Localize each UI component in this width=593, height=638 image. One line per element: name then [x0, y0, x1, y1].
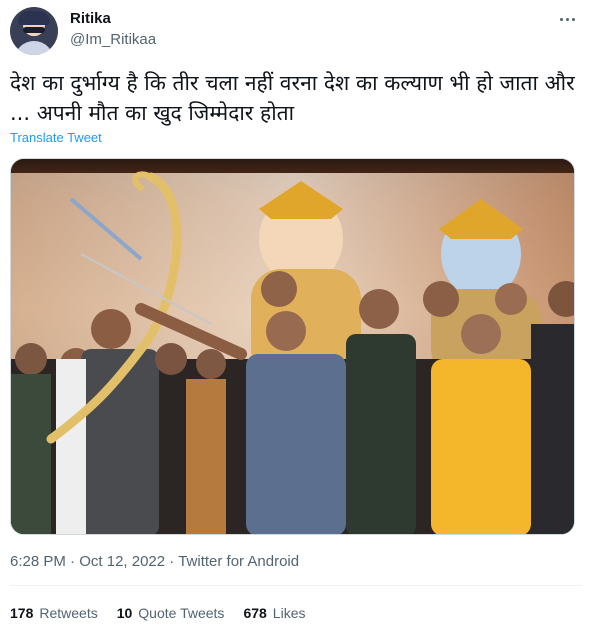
meta-separator: · — [169, 553, 175, 570]
likes-label: Likes — [272, 605, 306, 621]
author-handle[interactable]: @Im_Ritikaa — [70, 31, 156, 48]
retweets-stat[interactable]: 178 Retweets — [10, 605, 98, 621]
avatar[interactable] — [10, 7, 58, 55]
avatar-glasses — [23, 27, 45, 33]
likes-count: 678 — [243, 605, 267, 621]
retweets-label: Retweets — [39, 605, 98, 621]
tweet-text: देश का दुर्भाग्य है कि तीर चला नहीं वरना… — [10, 71, 575, 125]
tweet-date[interactable]: Oct 12, 2022 — [79, 553, 165, 570]
avatar-shirt — [14, 41, 54, 55]
more-options-icon[interactable] — [556, 8, 578, 30]
divider — [10, 585, 582, 586]
translate-tweet-link[interactable]: Translate Tweet — [10, 130, 102, 145]
meta-separator: · — [70, 553, 76, 570]
tweet-time[interactable]: 6:28 PM — [10, 553, 66, 570]
tweet-meta: 6:28 PM · Oct 12, 2022 · Twitter for And… — [10, 553, 299, 570]
tweet: Ritika @Im_Ritikaa देश का दुर्भाग्य है क… — [0, 0, 593, 638]
retweets-count: 178 — [10, 605, 34, 621]
author-name[interactable]: Ritika — [70, 10, 111, 27]
avatar-cap — [18, 11, 50, 25]
photo-illustration — [11, 159, 574, 534]
likes-stat[interactable]: 678 Likes — [243, 605, 305, 621]
tweet-stats: 178 Retweets 10 Quote Tweets 678 Likes — [10, 605, 324, 621]
tweet-photo[interactable] — [10, 158, 575, 535]
quote-tweets-label: Quote Tweets — [138, 605, 225, 621]
quote-tweets-stat[interactable]: 10 Quote Tweets — [117, 605, 225, 621]
tweet-source[interactable]: Twitter for Android — [178, 553, 299, 570]
quote-tweets-count: 10 — [116, 605, 133, 621]
